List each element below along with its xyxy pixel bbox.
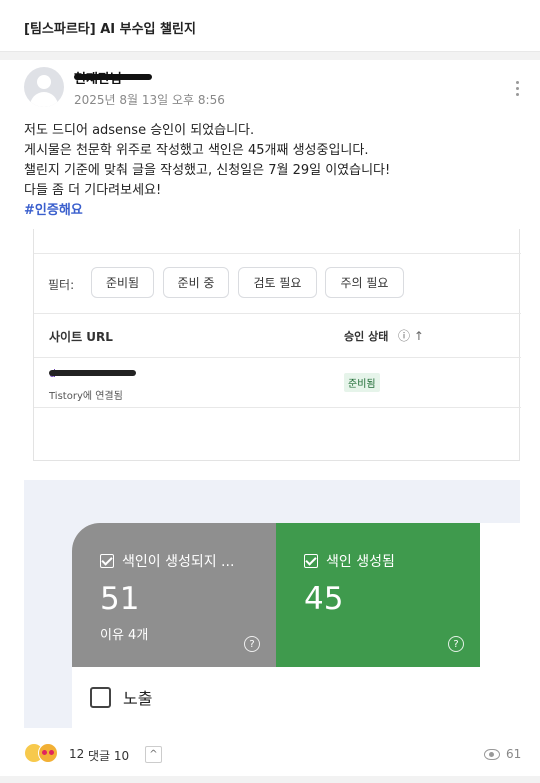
avatar-body-shape: [30, 92, 58, 107]
indexed-tile: 색인 생성됨 45 ?: [276, 523, 480, 667]
site-url-redacted: d: [49, 367, 136, 379]
eye-icon: [484, 749, 500, 760]
not-indexed-count: 51: [100, 581, 140, 617]
more-options-icon[interactable]: [508, 78, 528, 100]
connected-text: Tistory에 연결됨: [49, 391, 123, 402]
post-date: 2025년 8월 13일 오후 8:56: [74, 93, 225, 107]
checkbox-icon: [304, 554, 318, 568]
community-header: [팀스파르타] AI 부수입 챌린지: [0, 0, 540, 52]
avatar-head-shape: [37, 75, 51, 89]
post-line: 다들 좀 더 기다려보세요!: [24, 183, 162, 198]
impressions-row: 노출: [90, 685, 152, 709]
not-indexed-label: 색인이 생성되지 ...: [122, 554, 235, 570]
post-header: 현재판님 2025년 8월 13일 오후 8:56: [0, 60, 540, 120]
filter-chip-review: 검토 필요: [238, 267, 317, 298]
reaction-count: 12: [69, 747, 85, 761]
index-card: 색인이 생성되지 ... 51 이유 4개 ? 색인 생성됨 45 ? 노출: [72, 523, 520, 728]
help-icon: ?: [448, 636, 464, 652]
filter-chip-preparing: 준비 중: [163, 267, 229, 298]
section-gap: [0, 52, 540, 60]
help-sort-icon: ⓘ ↑: [398, 329, 424, 343]
filter-row: 필터: 준비됨 준비 중 검토 필요 주의 필요: [34, 253, 521, 314]
help-icon: ?: [244, 636, 260, 652]
reaction-emojis[interactable]: [24, 743, 64, 765]
col-approval-status: 승인 상태: [344, 330, 389, 343]
post-line: 챌린지 기준에 맞춰 글을 작성했고, 신청일은 7월 29일 이였습니다!: [24, 163, 391, 178]
table-row: d Tistory에 연결됨 준비됨: [34, 359, 521, 408]
post-line: 저도 드디어 adsense 승인이 되었습니다.: [24, 123, 255, 138]
view-count: 61: [506, 747, 522, 761]
post-line: 게시물은 천문학 위주로 작성했고 색인은 45개째 생성중입니다.: [24, 143, 369, 158]
comments-button[interactable]: 댓글 10: [88, 747, 129, 764]
col-site-url: 사이트 URL: [49, 330, 113, 344]
post-body: 저도 드디어 adsense 승인이 되었습니다. 게시물은 천문학 위주로 작…: [24, 121, 524, 221]
bottom-divider: [0, 776, 540, 783]
impressions-label: 노출: [123, 689, 153, 708]
indexed-count: 45: [304, 581, 344, 617]
chevron-up-icon[interactable]: ^: [145, 746, 162, 763]
filter-chip-attention: 주의 필요: [325, 267, 404, 298]
hashtag-link[interactable]: #인증해요: [24, 201, 524, 221]
avatar[interactable]: [24, 67, 64, 107]
table-header: 사이트 URL 승인 상태 ⓘ ↑: [34, 315, 521, 358]
filter-label: 필터:: [48, 278, 75, 292]
index-screenshot: 색인이 생성되지 ... 51 이유 4개 ? 색인 생성됨 45 ? 노출: [24, 480, 520, 728]
checkbox-icon: [100, 554, 114, 568]
post-footer: 12 댓글 10 ^ 61: [0, 737, 540, 777]
community-title[interactable]: [팀스파르타] AI 부수입 챌린지: [24, 18, 196, 37]
not-indexed-reason: 이유 4개: [100, 628, 149, 643]
filter-chip-ready: 준비됨: [91, 267, 154, 298]
not-indexed-header: 색인이 생성되지 ...: [100, 551, 234, 571]
not-indexed-tile: 색인이 생성되지 ... 51 이유 4개 ?: [72, 523, 276, 667]
heart-eyes-icon: [38, 743, 58, 763]
empty-checkbox-icon: [90, 686, 111, 708]
indexed-label: 색인 생성됨: [326, 554, 395, 570]
status-badge: 준비됨: [344, 373, 380, 392]
indexed-header: 색인 생성됨: [304, 551, 395, 571]
author-name[interactable]: 현재판님: [74, 68, 152, 84]
adsense-screenshot: 필터: 준비됨 준비 중 검토 필요 주의 필요 사이트 URL 승인 상태 ⓘ…: [33, 229, 521, 461]
